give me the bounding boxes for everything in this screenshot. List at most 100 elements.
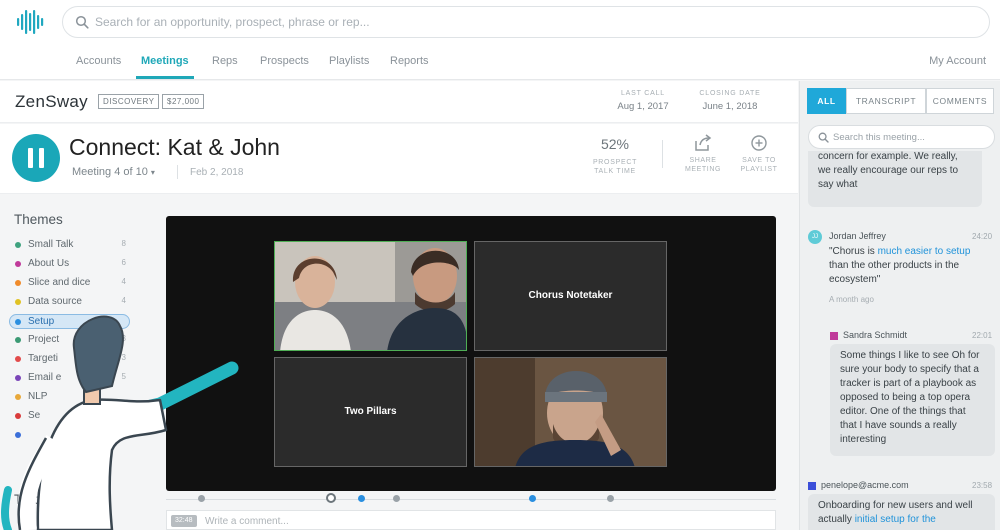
share-icon xyxy=(695,134,712,151)
speaker-color-icon xyxy=(808,482,816,490)
theme-item[interactable]: Email e 5 xyxy=(14,371,126,386)
speaker-name[interactable]: Sandra Schmidt xyxy=(843,330,907,340)
theme-item[interactable]: Targeti 3 xyxy=(14,352,126,367)
transcript-time[interactable]: 23:58 xyxy=(972,481,992,490)
theme-name: About Us xyxy=(28,258,70,269)
themes-heading: Themes xyxy=(14,212,63,227)
activity-panel: ALL TRANSCRIPT COMMENTS concern for exam… xyxy=(799,81,1000,530)
nav-playlists[interactable]: Playlists xyxy=(329,55,369,67)
nav-accounts[interactable]: Accounts xyxy=(76,55,121,67)
avatar: JJ xyxy=(808,230,822,244)
add-circle-icon xyxy=(751,135,767,151)
theme-item[interactable]: Data source 4 xyxy=(14,295,126,310)
meeting-count-dropdown[interactable]: Meeting 4 of 10 ▾ xyxy=(72,166,155,178)
video-player[interactable]: Chorus Notetaker Two Pillars xyxy=(166,216,776,491)
share-meeting-button[interactable]: SHARE MEETING xyxy=(679,134,727,174)
search-icon xyxy=(818,132,829,143)
theme-count: 8 xyxy=(121,239,126,248)
comment-time[interactable]: 24:20 xyxy=(972,232,992,241)
nav-prospects[interactable]: Prospects xyxy=(260,55,309,67)
meeting-search-input[interactable] xyxy=(833,130,988,145)
pause-icon-bar-right xyxy=(39,148,44,168)
theme-count: 6 xyxy=(121,258,126,267)
account-name[interactable]: ZenSway xyxy=(15,92,88,112)
theme-color-dot-icon xyxy=(15,337,21,343)
video-tile-participants xyxy=(274,241,467,351)
tab-transcript[interactable]: TRANSCRIPT xyxy=(846,88,926,114)
timeline-comment-marker[interactable] xyxy=(358,495,365,502)
search-icon xyxy=(75,15,89,29)
theme-name: Setup xyxy=(28,316,55,327)
video-tile-notetaker: Chorus Notetaker xyxy=(474,241,667,351)
save-to-playlist-button[interactable]: SAVE TO PLAYLIST xyxy=(735,134,783,174)
timeline-comment-marker[interactable] xyxy=(607,495,614,502)
theme-name: Data source xyxy=(28,296,82,307)
theme-item[interactable] xyxy=(14,428,126,443)
theme-count: 4 xyxy=(121,277,126,286)
comment-text-part: "Chorus is xyxy=(829,246,878,257)
nav-reports[interactable]: Reports xyxy=(390,55,429,67)
talk-time-label-line-1: PROSPECT xyxy=(592,159,638,166)
theme-item[interactable]: Slice and dice 4 xyxy=(14,276,126,291)
search-input[interactable] xyxy=(95,12,955,32)
transcript-bubble: Some things I like to see Oh for sure yo… xyxy=(830,344,995,456)
video-tile-two-pillars: Two Pillars xyxy=(274,357,467,467)
highlighted-phrase[interactable]: much easier to setup xyxy=(878,246,971,257)
global-search[interactable] xyxy=(62,6,990,38)
speaker-name[interactable]: penelope@acme.com xyxy=(821,480,909,490)
timeline-comment-marker[interactable] xyxy=(529,495,536,502)
theme-count: 3 xyxy=(121,334,126,343)
tab-all[interactable]: ALL xyxy=(807,88,846,114)
theme-name: NLP xyxy=(28,391,48,402)
theme-item[interactable]: Setup xyxy=(9,314,130,329)
transcript-time[interactable]: 22:01 xyxy=(972,331,992,340)
talk-time-value: 52% xyxy=(600,136,630,152)
theme-color-dot-icon xyxy=(15,413,21,419)
nav-reps[interactable]: Reps xyxy=(212,55,238,67)
comment-author[interactable]: Jordan Jeffrey xyxy=(829,231,886,241)
save-label-line-2: PLAYLIST xyxy=(740,166,778,173)
theme-color-dot-icon xyxy=(15,356,21,362)
account-bar: ZenSway DISCOVERY $27,000 LAST CALL Aug … xyxy=(0,81,798,123)
timeline-track[interactable] xyxy=(166,492,776,506)
theme-name: Project xyxy=(28,334,60,345)
comment-text: "Chorus is much easier to setup than the… xyxy=(829,245,989,287)
comment-input[interactable] xyxy=(205,514,745,528)
theme-item[interactable]: NLP xyxy=(14,390,126,405)
transcript-bubble: Onboarding for new users and well actual… xyxy=(808,494,995,530)
theme-item[interactable]: Small Talk 8 xyxy=(14,238,126,253)
timeline-comment-marker[interactable] xyxy=(198,495,205,502)
comment-text-part: than the other products in the ecosystem… xyxy=(829,260,960,285)
active-nav-indicator xyxy=(136,76,194,79)
theme-name: Small Talk xyxy=(28,239,74,250)
meeting-search[interactable] xyxy=(808,125,995,149)
last-call-label: LAST CALL xyxy=(620,90,666,97)
theme-color-dot-icon xyxy=(15,394,21,400)
tile-label: Chorus Notetaker xyxy=(528,290,613,301)
meeting-title: Connect: Kat & John xyxy=(69,134,280,160)
theme-color-dot-icon xyxy=(15,432,21,438)
tab-comments[interactable]: COMMENTS xyxy=(926,88,994,114)
theme-item[interactable]: About Us 6 xyxy=(14,257,126,272)
stage-tag: DISCOVERY xyxy=(98,94,160,109)
theme-item[interactable]: Project 3 xyxy=(14,333,126,348)
highlighted-phrase[interactable]: initial setup for the xyxy=(855,514,936,525)
theme-name: Targeti xyxy=(28,353,59,364)
theme-count: 3 xyxy=(121,353,126,362)
chorus-logo-icon[interactable] xyxy=(16,8,44,36)
trackers-heading: Trac xyxy=(14,492,41,507)
comment-age: A month ago xyxy=(829,295,874,304)
video-tile-participant-beanie xyxy=(474,357,667,467)
theme-item[interactable]: Se xyxy=(14,409,126,424)
nav-meetings[interactable]: Meetings xyxy=(141,55,189,67)
pause-icon-bar-left xyxy=(28,148,33,168)
theme-name: Se xyxy=(28,410,41,421)
top-header: Accounts Meetings Reps Prospects Playlis… xyxy=(0,0,1000,80)
pause-button[interactable] xyxy=(12,134,60,182)
timeline-comment-marker[interactable] xyxy=(393,495,400,502)
meeting-date: Feb 2, 2018 xyxy=(190,167,244,178)
theme-color-dot-icon xyxy=(15,280,21,286)
playhead-marker[interactable] xyxy=(326,493,336,503)
my-account-link[interactable]: My Account xyxy=(929,55,986,67)
comment-box[interactable]: 32:48 xyxy=(166,510,776,530)
